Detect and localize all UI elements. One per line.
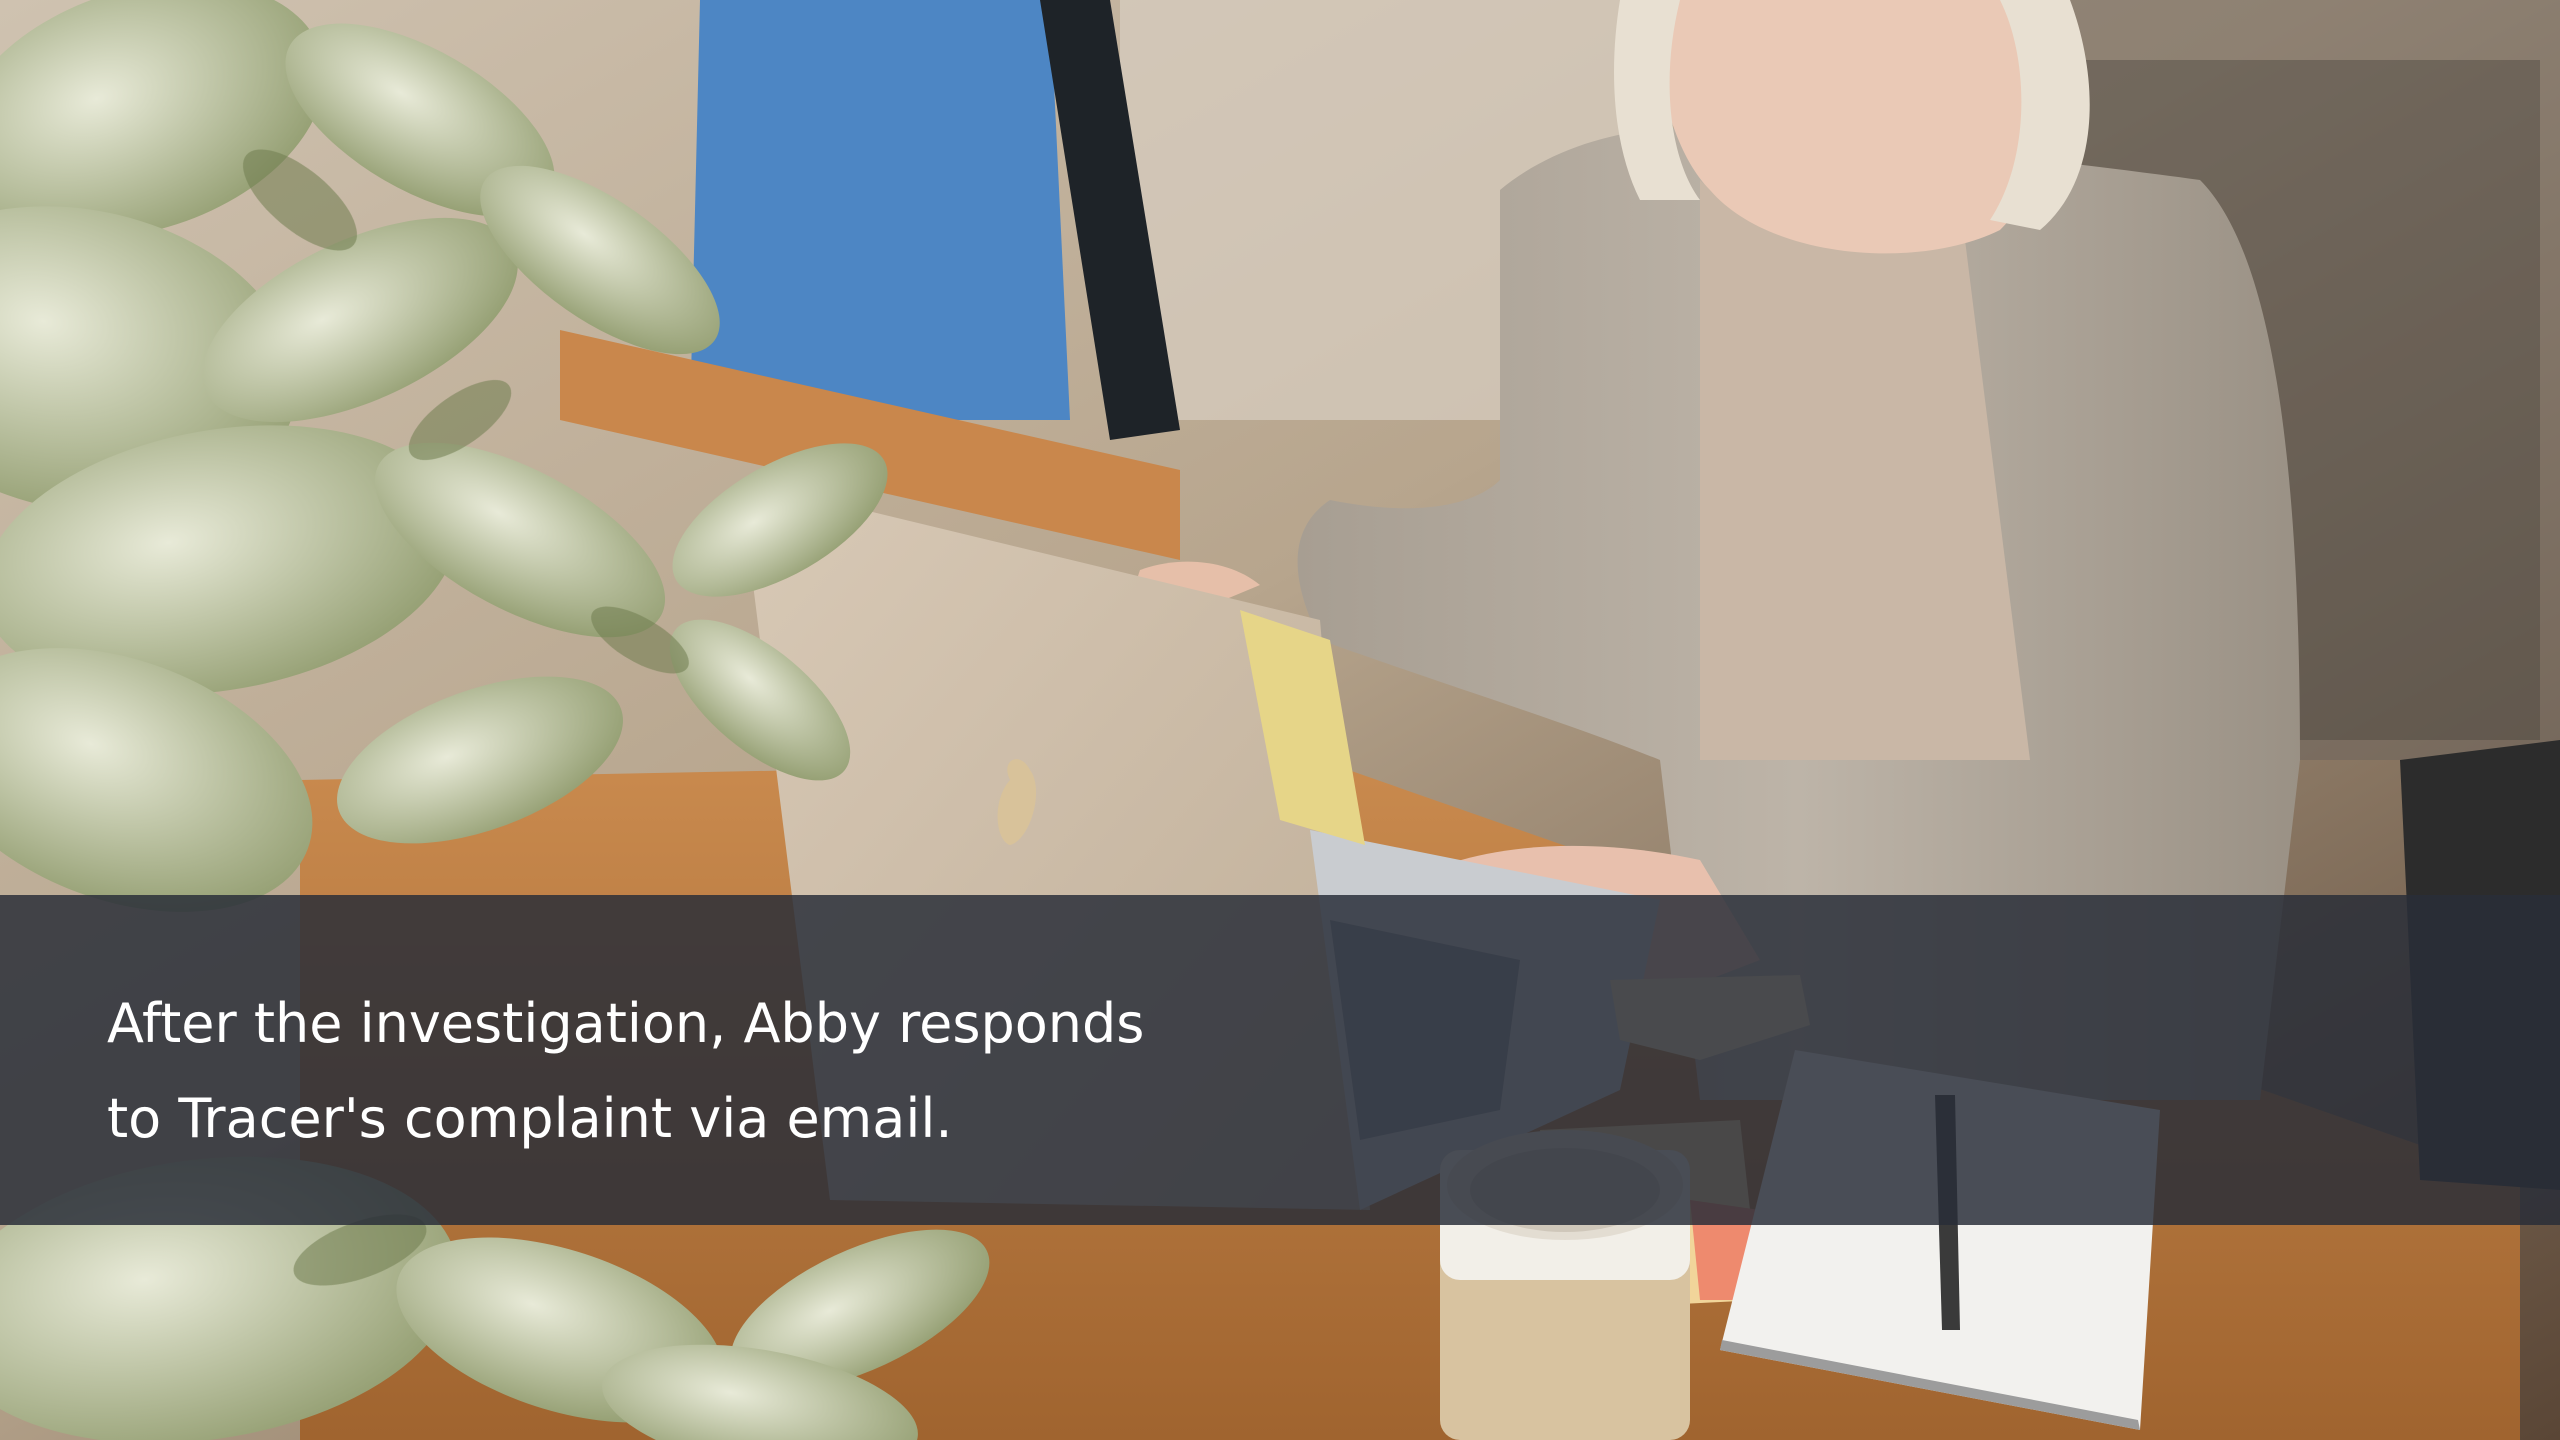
caption-line-1: After the investigation, Abby responds <box>107 992 1145 1055</box>
caption-line-2: to Tracer's complaint via email. <box>107 1087 953 1150</box>
slide-caption: After the investigation, Abby responds t… <box>107 976 1307 1166</box>
chair-icon <box>690 0 1180 440</box>
